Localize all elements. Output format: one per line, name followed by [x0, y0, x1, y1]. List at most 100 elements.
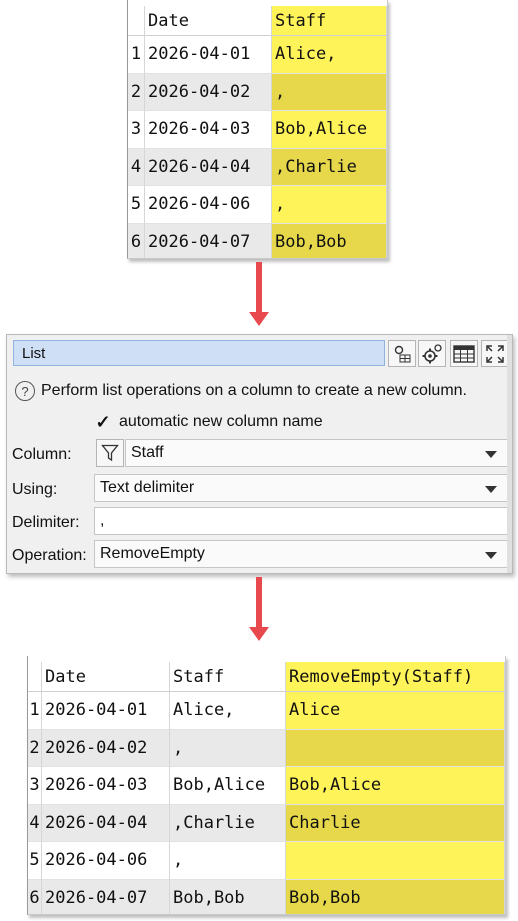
auto-name-checkbox[interactable]: ✓ — [95, 412, 111, 432]
table-row[interactable]: 6 2026-04-07 Bob,Bob — [128, 223, 387, 258]
delimiter-field[interactable]: , — [94, 507, 508, 535]
result-cell[interactable]: Charlie — [286, 804, 505, 842]
row-number-header — [28, 662, 42, 692]
help-icon[interactable]: ? — [15, 381, 35, 401]
input-table: Date Staff 1 2026-04-01 Alice, 2 2026-04-02,… — [127, 0, 388, 259]
date-cell[interactable]: 2026-04-04 — [145, 148, 272, 186]
table-header: Date Staff RemoveEmpty(Staff) — [28, 662, 505, 692]
row-number[interactable]: 6 — [28, 879, 42, 914]
row-number[interactable]: 5 — [128, 186, 145, 224]
staff-cell[interactable]: Bob,Alice — [170, 767, 286, 805]
row-number[interactable]: 3 — [128, 111, 145, 149]
chevron-down-icon — [485, 451, 497, 458]
staff-cell[interactable]: , — [170, 729, 286, 767]
staff-cell[interactable]: Bob,Bob — [170, 879, 286, 914]
date-cell[interactable]: 2026-04-01 — [42, 692, 170, 730]
column-header-staff[interactable]: Staff — [272, 6, 387, 36]
operation-select[interactable]: RemoveEmpty — [94, 540, 508, 568]
chevron-down-icon — [485, 552, 497, 559]
column-settings-icon — [394, 345, 411, 362]
using-label: Using: — [12, 481, 58, 498]
column-select[interactable]: Staff — [125, 439, 508, 467]
settings-button[interactable] — [418, 340, 446, 367]
filter-icon — [101, 444, 119, 462]
table-row[interactable]: 3 2026-04-03 Bob,Alice Bob,Alice — [28, 767, 505, 805]
using-select[interactable]: Text delimiter — [94, 474, 508, 502]
result-cell[interactable]: Alice — [286, 692, 505, 730]
staff-cell[interactable]: Bob,Bob — [272, 223, 387, 258]
delimiter-label: Delimiter: — [12, 514, 80, 531]
down-arrow-2 — [249, 577, 269, 641]
gear-icon — [422, 343, 442, 363]
filter-button[interactable] — [96, 439, 124, 467]
column-header-date[interactable]: Date — [42, 662, 170, 692]
staff-cell[interactable]: ,Charlie — [272, 148, 387, 186]
date-cell[interactable]: 2026-04-02 — [145, 73, 272, 111]
list-panel: List ? Perform list operations on a colu… — [6, 334, 513, 574]
row-number[interactable]: 4 — [28, 804, 42, 842]
table-row[interactable]: 2 2026-04-02, — [128, 73, 387, 111]
auto-name-checkbox-row[interactable]: ✓ automatic new column name — [95, 412, 323, 432]
result-cell[interactable] — [286, 729, 505, 767]
output-table: Date Staff RemoveEmpty(Staff) 1 2026-04-0… — [27, 656, 506, 915]
row-number[interactable]: 5 — [28, 842, 42, 880]
table-header: Date Staff — [128, 6, 387, 36]
scrollbar[interactable] — [507, 335, 512, 573]
row-number[interactable]: 1 — [28, 692, 42, 730]
date-cell[interactable]: 2026-04-04 — [42, 804, 170, 842]
table-row[interactable]: 1 2026-04-01 Alice, — [128, 36, 387, 74]
date-cell[interactable]: 2026-04-03 — [42, 767, 170, 805]
expand-icon — [486, 344, 504, 363]
torn-edge — [128, 0, 387, 7]
table-row[interactable]: 4 2026-04-04 ,Charlie — [128, 148, 387, 186]
down-arrow-1 — [249, 262, 269, 326]
row-number[interactable]: 3 — [28, 767, 42, 805]
staff-cell[interactable]: , — [272, 73, 387, 111]
date-cell[interactable]: 2026-04-07 — [42, 879, 170, 914]
column-header-staff[interactable]: Staff — [170, 662, 286, 692]
staff-cell[interactable]: Bob,Alice — [272, 111, 387, 149]
delimiter-value: , — [100, 512, 105, 529]
table-row[interactable]: 5 2026-04-06, — [28, 842, 505, 880]
table-row[interactable]: 3 2026-04-03 Bob,Alice — [128, 111, 387, 149]
row-number[interactable]: 2 — [28, 729, 42, 767]
table-row[interactable]: 4 2026-04-04 ,Charlie Charlie — [28, 804, 505, 842]
chevron-down-icon — [485, 486, 497, 493]
table-row[interactable]: 5 2026-04-06, — [128, 186, 387, 224]
operation-select-value: RemoveEmpty — [100, 545, 205, 562]
table-view-button[interactable] — [450, 340, 478, 367]
maximize-button[interactable] — [481, 340, 509, 367]
row-number-header — [128, 6, 145, 36]
date-cell[interactable]: 2026-04-06 — [42, 842, 170, 880]
column-header-date[interactable]: Date — [145, 6, 272, 36]
staff-cell[interactable]: , — [272, 186, 387, 224]
date-cell[interactable]: 2026-04-07 — [145, 223, 272, 258]
auto-name-label: automatic new column name — [119, 413, 323, 430]
staff-cell[interactable]: Alice, — [170, 692, 286, 730]
table-row[interactable]: 1 2026-04-01 Alice, Alice — [28, 692, 505, 730]
date-cell[interactable]: 2026-04-01 — [145, 36, 272, 74]
panel-title[interactable]: List — [13, 340, 385, 366]
row-number[interactable]: 6 — [128, 223, 145, 258]
table-icon — [453, 344, 475, 363]
date-cell[interactable]: 2026-04-03 — [145, 111, 272, 149]
staff-cell[interactable]: ,Charlie — [170, 804, 286, 842]
row-number[interactable]: 2 — [128, 73, 145, 111]
result-cell[interactable]: Bob,Bob — [286, 879, 505, 914]
row-number[interactable]: 4 — [128, 148, 145, 186]
using-select-value: Text delimiter — [100, 479, 195, 496]
column-settings-button[interactable] — [388, 340, 416, 367]
staff-cell[interactable]: Alice, — [272, 36, 387, 74]
result-cell[interactable] — [286, 842, 505, 880]
column-header-result[interactable]: RemoveEmpty(Staff) — [286, 662, 505, 692]
table-row[interactable]: 2 2026-04-02, — [28, 729, 505, 767]
column-label: Column: — [12, 446, 72, 463]
description-text: Perform list operations on a column to c… — [41, 382, 467, 399]
torn-edge — [28, 656, 505, 663]
table-row[interactable]: 6 2026-04-07 Bob,Bob Bob,Bob — [28, 879, 505, 914]
date-cell[interactable]: 2026-04-06 — [145, 186, 272, 224]
staff-cell[interactable]: , — [170, 842, 286, 880]
result-cell[interactable]: Bob,Alice — [286, 767, 505, 805]
date-cell[interactable]: 2026-04-02 — [42, 729, 170, 767]
row-number[interactable]: 1 — [128, 36, 145, 74]
